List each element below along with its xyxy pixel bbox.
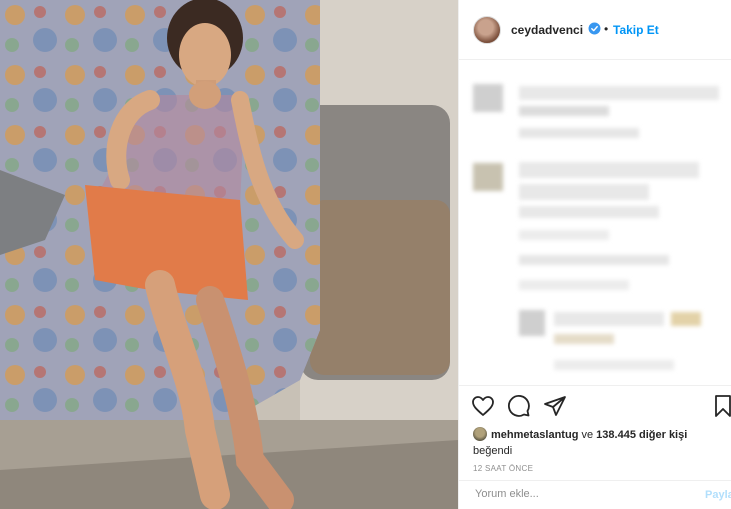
verified-badge-icon (588, 22, 601, 35)
liker-username[interactable]: mehmetaslantug (491, 429, 578, 441)
post-header: ceydadvenci • Takip Et (459, 0, 731, 60)
comment-avatar-placeholder (473, 163, 503, 191)
add-comment-bar: Paylaş (459, 480, 731, 508)
likes-count[interactable]: 138.445 diğer kişi (596, 429, 687, 441)
post-actions: mehmetaslantug ve 138.445 diğer kişi beğ… (459, 385, 731, 507)
comment-placeholder (519, 162, 699, 178)
comment-placeholder (671, 312, 701, 326)
post-photo[interactable] (0, 0, 458, 509)
heart-icon[interactable] (471, 394, 495, 418)
comment-placeholder (554, 312, 664, 326)
comment-placeholder (554, 334, 614, 344)
likes-suffix: beğendi (473, 445, 513, 457)
post-side-panel: ceydadvenci • Takip Et mehmetaslantug ve… (458, 0, 731, 509)
comment-placeholder (519, 184, 649, 200)
avatar[interactable] (473, 16, 501, 44)
comment-avatar-placeholder (519, 310, 545, 336)
comment-placeholder (519, 106, 609, 116)
follow-button[interactable]: Takip Et (613, 23, 659, 37)
photo-illustration (0, 0, 458, 509)
share-icon[interactable] (543, 394, 567, 418)
likes-connector: ve (581, 429, 594, 441)
bookmark-icon[interactable] (711, 394, 731, 418)
comment-icon[interactable] (507, 394, 531, 418)
comments-section-blurred (459, 60, 731, 385)
post-comment-button[interactable]: Paylaş (705, 489, 731, 501)
separator-dot: • (604, 22, 609, 36)
instagram-post: ceydadvenci • Takip Et mehmetaslantug ve… (0, 0, 731, 509)
comment-avatar-placeholder (473, 84, 503, 112)
username[interactable]: ceydadvenci (511, 23, 583, 37)
liker-avatar (473, 427, 487, 441)
comment-placeholder (519, 86, 719, 100)
comment-placeholder (519, 255, 669, 265)
comment-placeholder (519, 128, 639, 138)
comment-placeholder (519, 280, 629, 290)
comment-placeholder (554, 360, 674, 370)
likes-summary: mehmetaslantug ve 138.445 diğer kişi beğ… (473, 427, 728, 459)
comment-placeholder (519, 230, 609, 240)
comment-input[interactable] (473, 487, 677, 501)
post-timestamp[interactable]: 12 saat önce (473, 464, 533, 473)
comment-placeholder (519, 206, 659, 218)
